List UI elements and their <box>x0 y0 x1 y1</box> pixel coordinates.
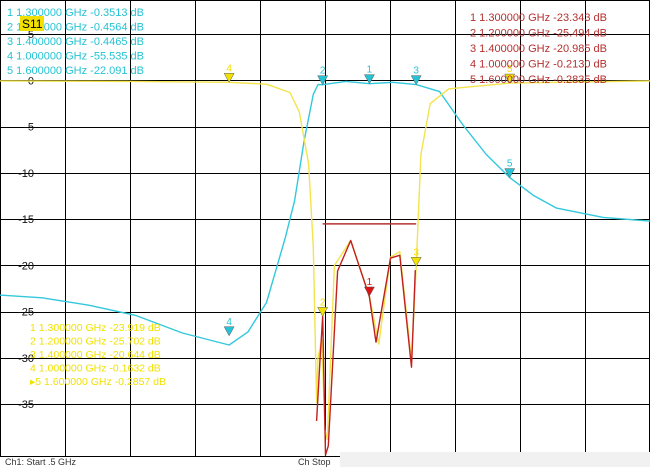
marker-label: 4 <box>226 317 232 328</box>
marker-table-row: 4 1.000000 GHz -55.535 dB <box>7 51 144 63</box>
marker-table-row: 4 1.000000 GHz -0.2130 dB <box>470 59 607 71</box>
footer-panel <box>340 452 650 467</box>
y-tick-label: -5 <box>24 122 34 134</box>
chart-markers: 12 3451234 5 <box>223 63 516 337</box>
marker-label: 2 <box>320 66 326 77</box>
marker-table-row: 1 1.300000 GHz -23.343 dB <box>470 12 607 24</box>
marker-label: 5 <box>507 159 513 170</box>
footer-right-text: Ch Stop <box>298 457 331 467</box>
marker-triangle <box>363 286 375 297</box>
marker-table-row: 4 1.000000 GHz -0.1632 dB <box>30 363 161 375</box>
y-tick-label: -10 <box>18 168 34 180</box>
marker-table-row: 2 1.200000 GHz -25.494 dB <box>470 28 607 40</box>
marker-triangle <box>317 307 329 317</box>
marker-label: 1 <box>367 65 373 76</box>
s-parameter-chart: 50-5-10-15-20-25-30-35 12 3451234 5 1 1.30… <box>0 0 650 467</box>
trace-label-badge[interactable]: S11 <box>20 16 44 31</box>
y-tick-label: -35 <box>18 399 34 411</box>
footer-left-text: Ch1: Start .5 GHz <box>5 457 77 467</box>
marker-table-row: 3 1.400000 GHz -20.985 dB <box>470 43 607 55</box>
marker-table-row: 2 1.200000 GHz -25.702 dB <box>30 336 161 348</box>
y-tick-label: -25 <box>18 307 34 319</box>
y-tick-label: -20 <box>18 260 34 272</box>
marker-triangle <box>223 326 235 337</box>
marker-table-row: ▸5 1.600000 GHz -0.2857 dB <box>30 376 166 388</box>
marker-triangle <box>223 73 235 83</box>
y-tick-label: -15 <box>18 214 34 226</box>
status-footer: Ch1: Start .5 GHz Ch Stop <box>5 452 650 467</box>
marker-tables: 1 1.300000 GHz -0.3513 dB2 1.200000 GHz … <box>7 7 607 388</box>
marker-triangle <box>363 74 375 85</box>
marker-label: 3 <box>413 66 419 77</box>
marker-table-row: 5 1.600000 GHz -22.091 dB <box>7 65 144 77</box>
marker-table-row: 3 1.400000 GHz -20.644 dB <box>30 349 161 361</box>
marker-table-row: 5 1.600000 GHz -0.2835 dB <box>470 74 607 86</box>
marker-table-row: 3 1.400000 GHz -0.4465 dB <box>7 36 144 48</box>
marker-label: 4 <box>226 63 232 74</box>
marker-label: 2 <box>320 297 326 308</box>
marker-label: 3 <box>413 247 419 258</box>
marker-label: 1 <box>367 277 373 288</box>
trace-label: S11 <box>22 17 43 31</box>
marker-table-row: 1 1.300000 GHz -23.919 dB <box>30 322 161 334</box>
